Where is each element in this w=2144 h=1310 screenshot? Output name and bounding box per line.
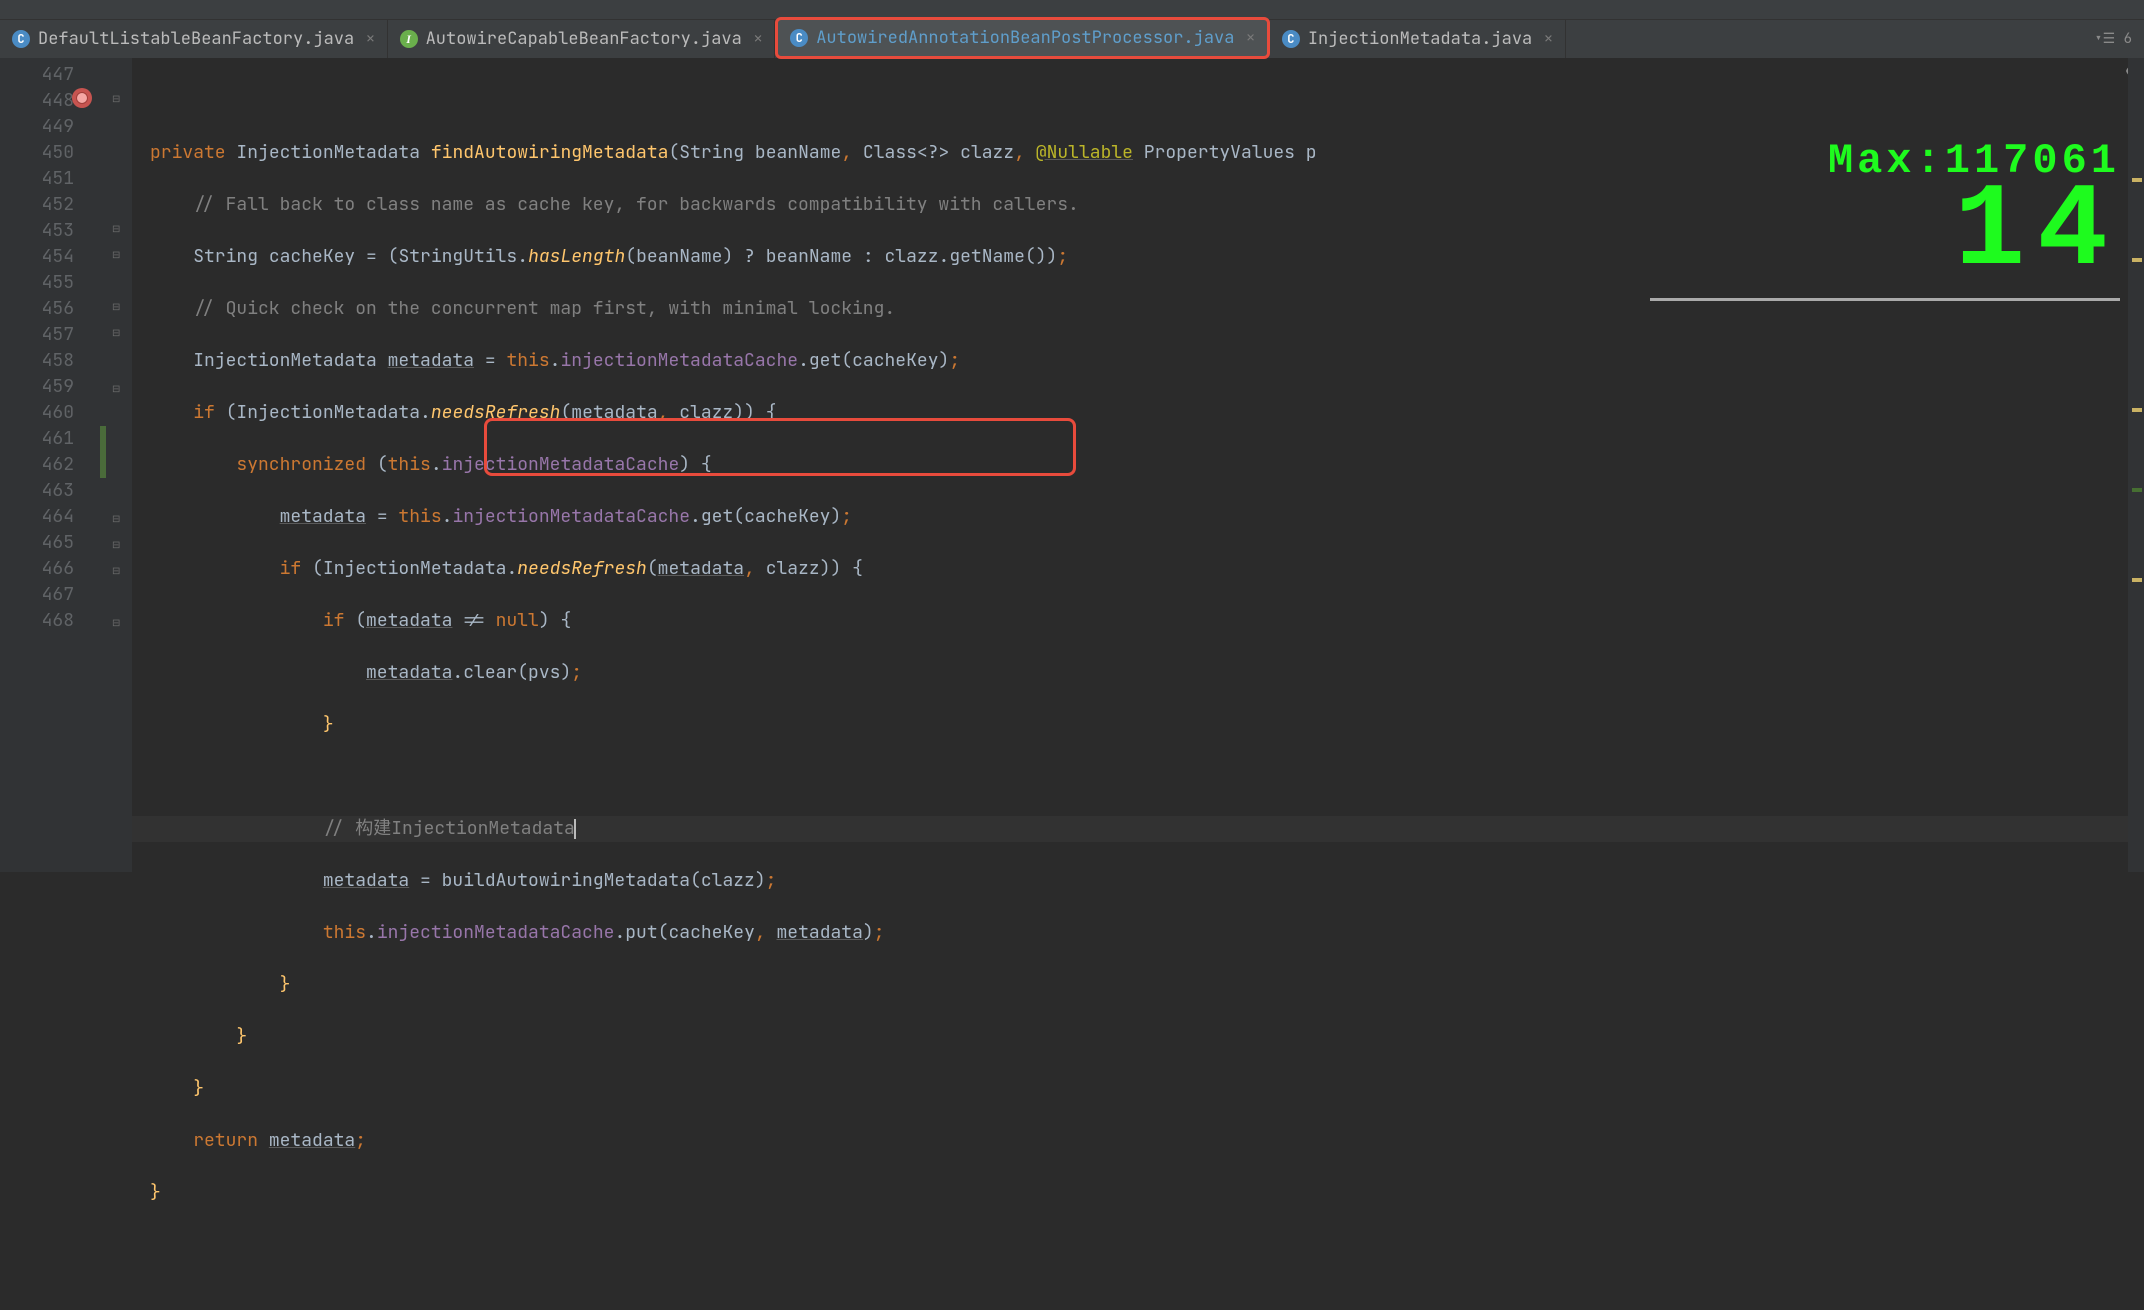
tab-label: AutowireCapableBeanFactory.java — [426, 28, 742, 50]
line-number: 453 — [0, 218, 74, 244]
fold-end-icon[interactable]: ⊟ — [112, 512, 124, 524]
code-line[interactable]: metadata = this.injectionMetadataCache.g… — [132, 504, 2144, 530]
close-icon[interactable]: ✕ — [1246, 29, 1254, 47]
line-number: 458 — [0, 348, 74, 374]
close-icon[interactable]: ✕ — [366, 30, 374, 48]
code-line[interactable]: if (metadata != null) { — [132, 608, 2144, 634]
code-line[interactable]: } — [132, 712, 2144, 738]
line-number: 456 — [0, 296, 74, 322]
code-line[interactable]: } — [132, 1076, 2144, 1102]
text-cursor — [574, 819, 576, 839]
editor-tabs: C DefaultListableBeanFactory.java ✕ I Au… — [0, 20, 2144, 58]
class-icon: C — [12, 30, 30, 48]
overflow-indicator: ▾☰ 6 — [2094, 30, 2132, 48]
close-icon[interactable]: ✕ — [754, 30, 762, 48]
fold-icon[interactable]: ⊟ — [112, 248, 124, 260]
tab-label: AutowiredAnnotationBeanPostProcessor.jav… — [816, 27, 1234, 49]
tab-autowire-capable[interactable]: I AutowireCapableBeanFactory.java ✕ — [388, 20, 776, 58]
code-line[interactable]: } — [132, 1180, 2144, 1206]
line-number: 468 — [0, 608, 74, 634]
tab-label: DefaultListableBeanFactory.java — [38, 28, 354, 50]
line-gutter[interactable]: 447 448 449 450 451 452 453 454 455 456 … — [0, 58, 100, 872]
breakpoint-icon[interactable] — [72, 88, 92, 108]
code-line[interactable]: InjectionMetadata metadata = this.inject… — [132, 348, 2144, 374]
fold-icon[interactable]: ⊟ — [112, 300, 124, 312]
line-number: 463 — [0, 478, 74, 504]
code-line[interactable] — [132, 764, 2144, 790]
tab-autowired-annotation[interactable]: C AutowiredAnnotationBeanPostProcessor.j… — [775, 17, 1270, 59]
code-line[interactable]: metadata.clear(pvs); — [132, 660, 2144, 686]
line-number: 454 — [0, 244, 74, 270]
code-line[interactable]: } — [132, 1024, 2144, 1050]
fold-end-icon[interactable]: ⊟ — [112, 538, 124, 550]
memory-overlay: Max:117061 14 — [1650, 140, 2120, 301]
fold-end-icon[interactable]: ⊟ — [112, 382, 124, 394]
warning-marker[interactable] — [2132, 258, 2142, 262]
class-icon: C — [1282, 30, 1300, 48]
line-number: 461 — [0, 426, 74, 452]
code-line[interactable] — [132, 88, 2144, 114]
error-stripe[interactable] — [2128, 58, 2144, 872]
line-number: 467 — [0, 582, 74, 608]
close-icon[interactable]: ✕ — [1544, 30, 1552, 48]
tab-injection-metadata[interactable]: C InjectionMetadata.java ✕ — [1270, 20, 1566, 58]
warning-marker[interactable] — [2132, 408, 2142, 412]
code-line[interactable]: this.injectionMetadataCache.put(cacheKey… — [132, 920, 2144, 946]
fold-column[interactable]: ⊟ ⊟ ⊟ ⊟ ⊟ ⊟ ⊟ ⊟ ⊟ ⊟ — [106, 58, 132, 872]
fold-end-icon[interactable]: ⊟ — [112, 616, 124, 628]
line-number: 457 — [0, 322, 74, 348]
code-line[interactable]: } — [132, 972, 2144, 998]
line-number: 462 — [0, 452, 74, 478]
editor-area: 447 448 449 450 451 452 453 454 455 456 … — [0, 58, 2144, 872]
interface-icon: I — [400, 30, 418, 48]
tab-label: InjectionMetadata.java — [1308, 28, 1532, 50]
warning-marker[interactable] — [2132, 178, 2142, 182]
line-number: 447 — [0, 62, 74, 88]
fold-icon[interactable]: ⊟ — [112, 222, 124, 234]
change-marker[interactable] — [2132, 488, 2142, 492]
class-icon: C — [790, 29, 808, 47]
line-number: 450 — [0, 140, 74, 166]
code-line[interactable]: return metadata; — [132, 1128, 2144, 1154]
line-number: 448 — [0, 88, 74, 114]
line-number: 449 — [0, 114, 74, 140]
tab-default-listable[interactable]: C DefaultListableBeanFactory.java ✕ — [0, 20, 388, 58]
code-line[interactable]: // 构建InjectionMetadata — [132, 816, 2144, 842]
line-number: 465 — [0, 530, 74, 556]
code-line[interactable]: if (InjectionMetadata.needsRefresh(metad… — [132, 400, 2144, 426]
line-number: 452 — [0, 192, 74, 218]
code-line[interactable]: synchronized (this.injectionMetadataCach… — [132, 452, 2144, 478]
line-number: 455 — [0, 270, 74, 296]
fold-icon[interactable]: ⊟ — [112, 326, 124, 338]
line-number: 459 — [0, 374, 74, 400]
line-number: 466 — [0, 556, 74, 582]
tabs-overflow[interactable]: ▾☰ 6 — [2094, 30, 2144, 48]
line-number: 464 — [0, 504, 74, 530]
fold-end-icon[interactable]: ⊟ — [112, 564, 124, 576]
code-line[interactable]: if (InjectionMetadata.needsRefresh(metad… — [132, 556, 2144, 582]
overlay-big: 14 — [1650, 174, 2120, 292]
line-number: 451 — [0, 166, 74, 192]
line-number: 460 — [0, 400, 74, 426]
fold-icon[interactable]: ⊟ — [112, 92, 124, 104]
warning-marker[interactable] — [2132, 578, 2142, 582]
